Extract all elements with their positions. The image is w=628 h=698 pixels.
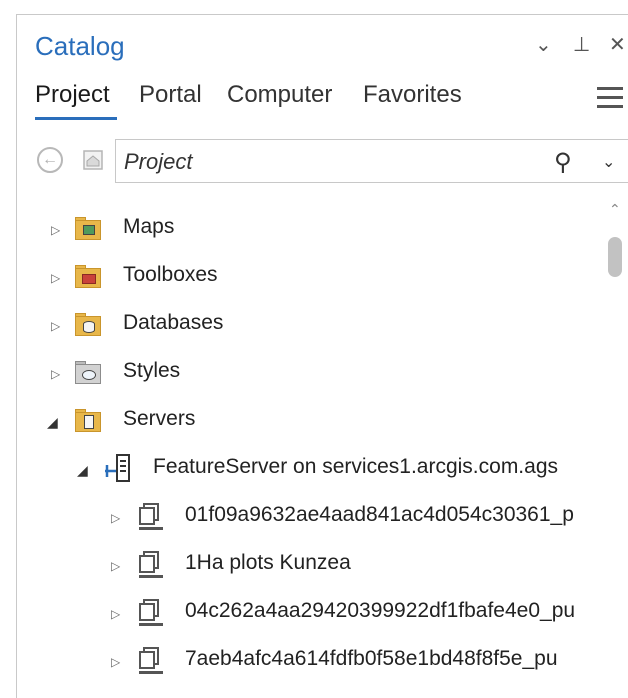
tree-item-label: Styles xyxy=(123,359,181,382)
tree-item-label: 7aeb4afc4a614fdfb0f58e1bd48f8f5e_pu xyxy=(185,647,558,670)
search-icon[interactable]: ⚲ xyxy=(554,148,572,177)
menu-hamburger-icon[interactable] xyxy=(597,87,623,109)
collapse-arrow-icon[interactable]: ◢ xyxy=(77,463,88,477)
scroll-thumb[interactable] xyxy=(608,237,622,277)
expand-arrow-icon[interactable]: ▷ xyxy=(51,367,60,381)
tree-item-label: Maps xyxy=(123,215,175,238)
pane-title: Catalog xyxy=(35,31,125,61)
servers-folder-icon xyxy=(75,409,101,433)
styles-folder-icon xyxy=(75,361,101,385)
tree-item-feature-service[interactable]: ▷ 01f09a9632ae4aad841ac4d054c30361_p xyxy=(17,499,597,539)
expand-arrow-icon[interactable]: ▷ xyxy=(111,511,120,525)
expand-arrow-icon[interactable]: ▷ xyxy=(51,271,60,285)
tab-favorites[interactable]: Favorites xyxy=(363,81,462,109)
navigation-bar: ← ⚲ ⌄ xyxy=(17,137,628,185)
auto-hide-pin-icon[interactable]: ⊥ xyxy=(573,35,590,55)
collapse-arrow-icon[interactable]: ◢ xyxy=(47,415,58,429)
tree-item-maps[interactable]: ▷ Maps xyxy=(17,211,597,251)
feature-service-icon xyxy=(139,551,165,578)
title-bar: Catalog ⌄ ⊥ ✕ xyxy=(17,15,628,77)
expand-arrow-icon[interactable]: ▷ xyxy=(51,319,60,333)
feature-service-icon xyxy=(139,503,165,530)
search-options-chevron-icon[interactable]: ⌄ xyxy=(602,152,615,172)
tab-portal[interactable]: Portal xyxy=(139,81,202,109)
feature-server-icon xyxy=(103,453,133,483)
databases-folder-icon xyxy=(75,313,101,337)
search-input[interactable] xyxy=(124,148,524,176)
expand-arrow-icon[interactable]: ▷ xyxy=(111,559,120,573)
expand-arrow-icon[interactable]: ▷ xyxy=(111,655,120,669)
expand-arrow-icon[interactable]: ▷ xyxy=(111,607,120,621)
toolboxes-folder-icon xyxy=(75,265,101,289)
tree-item-styles[interactable]: ▷ Styles xyxy=(17,355,597,395)
tree-item-feature-service[interactable]: ▷ 04c262a4aa29420399922df1fbafe4e0_pu xyxy=(17,595,597,635)
tab-project[interactable]: Project xyxy=(35,81,110,109)
scroll-up-arrow-icon[interactable]: ⌃ xyxy=(609,201,621,218)
feature-service-icon xyxy=(139,647,165,674)
tree-item-label: 01f09a9632ae4aad841ac4d054c30361_p xyxy=(185,503,574,526)
tab-computer[interactable]: Computer xyxy=(227,81,332,109)
expand-arrow-icon[interactable]: ▷ xyxy=(51,223,60,237)
catalog-tree: ▷ Maps ▷ Toolboxes ▷ Databases ▷ Styles … xyxy=(17,197,597,698)
tree-item-label: 1Ha plots Kunzea xyxy=(185,551,351,574)
options-chevron-icon[interactable]: ⌄ xyxy=(535,35,552,55)
maps-folder-icon xyxy=(75,217,101,241)
feature-service-icon xyxy=(139,599,165,626)
tree-item-label: 04c262a4aa29420399922df1fbafe4e0_pu xyxy=(185,599,576,622)
search-box: ⚲ ⌄ xyxy=(115,139,628,183)
catalog-tabs: Project Portal Computer Favorites xyxy=(17,81,628,121)
tree-item-label: Toolboxes xyxy=(123,263,218,286)
tree-item-label: Servers xyxy=(123,407,196,430)
tree-item-servers[interactable]: ◢ Servers xyxy=(17,403,597,443)
home-icon[interactable] xyxy=(81,149,105,171)
tree-item-toolboxes[interactable]: ▷ Toolboxes xyxy=(17,259,597,299)
tree-item-label: FeatureServer on services1.arcgis.com.ag… xyxy=(153,455,558,478)
tree-item-feature-service[interactable]: ▷ 1Ha plots Kunzea xyxy=(17,547,597,587)
tree-item-feature-server[interactable]: ◢ FeatureServer on services1.arcgis.com.… xyxy=(17,451,597,491)
vertical-scrollbar[interactable]: ⌃ xyxy=(601,201,628,698)
tree-item-feature-service[interactable]: ▷ 7aeb4afc4a614fdfb0f58e1bd48f8f5e_pu xyxy=(17,643,597,683)
tree-item-label: Databases xyxy=(123,311,224,334)
active-tab-indicator xyxy=(35,117,117,120)
tree-item-databases[interactable]: ▷ Databases xyxy=(17,307,597,347)
close-icon[interactable]: ✕ xyxy=(609,35,626,55)
back-arrow-icon[interactable]: ← xyxy=(37,147,63,173)
catalog-pane: Catalog ⌄ ⊥ ✕ Project Portal Computer Fa… xyxy=(16,14,628,698)
